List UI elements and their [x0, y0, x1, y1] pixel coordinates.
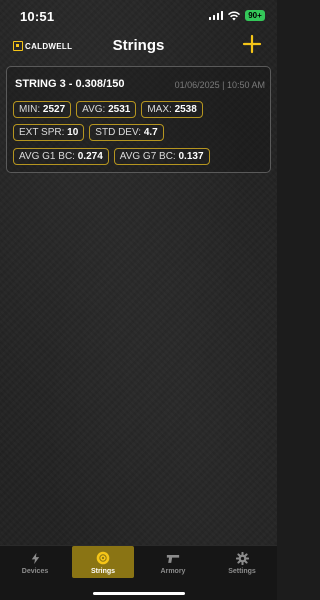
avg-stat-chip: AVG: 2531	[76, 101, 137, 118]
status-icons: 90+	[208, 10, 265, 21]
ext-spread-chip: EXT SPR: 10	[13, 124, 85, 141]
status-bar: 10:51 90+	[0, 0, 277, 32]
string-card[interactable]: STRING 3 - 0.308/150 01/06/2025 | 10:50 …	[6, 66, 271, 173]
tab-settings[interactable]: Settings	[211, 546, 273, 578]
tab-strings[interactable]: Strings	[72, 546, 134, 578]
tab-label: Devices	[21, 568, 49, 575]
page-title: Strings	[112, 37, 165, 54]
tab-armory[interactable]: Armory	[142, 546, 204, 578]
max-stat-chip: MAX: 2538	[141, 101, 203, 118]
tab-bar: Devices Strings Armory Settings	[0, 545, 277, 600]
avg-g1-bc-chip: AVG G1 BC: 0.274	[13, 148, 109, 165]
plus-icon	[242, 34, 262, 54]
nav-header: CALDWELL Strings	[0, 32, 277, 62]
std-dev-chip: STD DEV: 4.7	[89, 124, 164, 141]
tab-label: Strings	[90, 568, 116, 575]
signal-icon	[208, 11, 223, 20]
avg-g7-bc-chip: AVG G7 BC: 0.137	[113, 148, 210, 165]
battery-icon: 90+	[245, 10, 265, 21]
gear-icon	[235, 551, 249, 565]
add-string-button[interactable]	[241, 34, 263, 56]
stats-row: EXT SPR: 10 STD DEV: 4.7	[13, 124, 164, 141]
status-time: 10:51	[20, 9, 55, 24]
target-icon	[96, 551, 110, 565]
lightning-icon	[28, 551, 42, 565]
tab-label: Armory	[160, 568, 186, 575]
tab-devices[interactable]: Devices	[4, 546, 66, 578]
min-stat-chip: MIN: 2527	[13, 101, 72, 118]
string-title: STRING 3 - 0.308/150	[15, 78, 125, 90]
wifi-icon	[227, 11, 241, 20]
string-date: 01/06/2025 | 10:50 AM	[174, 80, 265, 90]
pistol-icon	[166, 551, 180, 565]
stats-row: AVG G1 BC: 0.274 AVG G7 BC: 0.137	[13, 148, 210, 165]
tab-label: Settings	[228, 568, 256, 575]
home-indicator	[92, 592, 185, 595]
stats-row: MIN: 2527 AVG: 2531 MAX: 2538	[13, 101, 203, 118]
